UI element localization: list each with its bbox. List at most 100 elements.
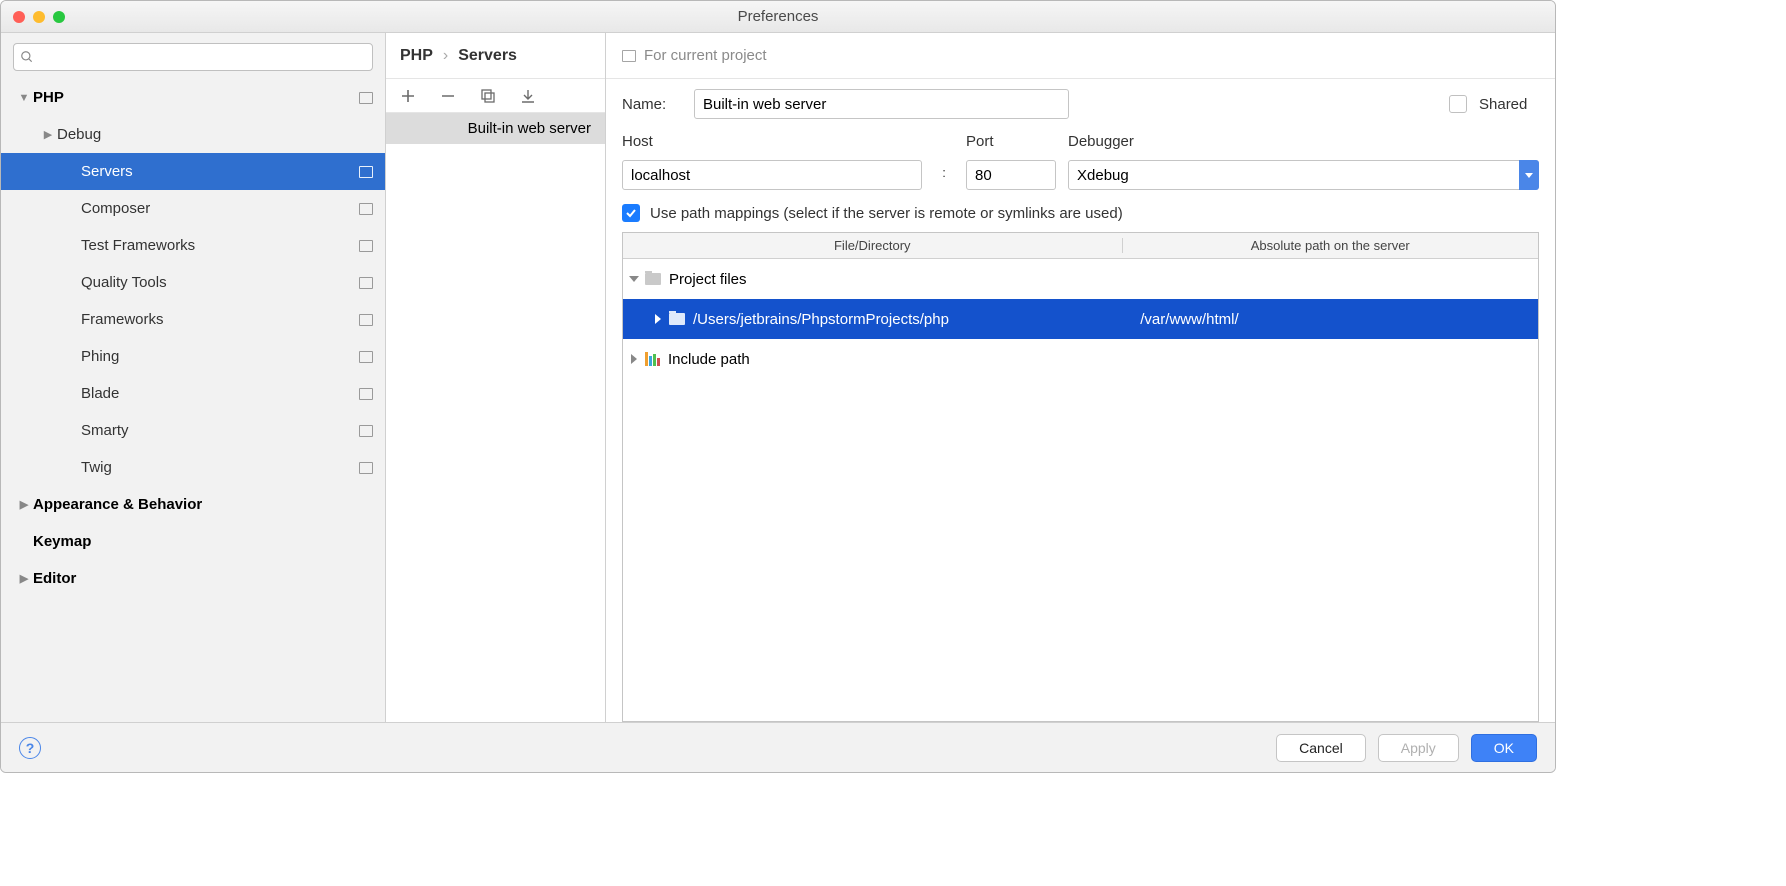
help-button[interactable]: ? bbox=[19, 737, 41, 759]
project-scope-icon bbox=[359, 351, 373, 363]
project-scope-icon bbox=[359, 314, 373, 326]
folder-icon bbox=[645, 273, 661, 285]
ok-button[interactable]: OK bbox=[1471, 734, 1537, 762]
sidebar-item-label: Keymap bbox=[33, 533, 373, 550]
sidebar-item-label: Quality Tools bbox=[81, 274, 359, 291]
apply-button[interactable]: Apply bbox=[1378, 734, 1459, 762]
settings-tree[interactable]: ▼PHP▶DebugServersComposerTest Frameworks… bbox=[1, 79, 385, 722]
project-scope-icon bbox=[359, 203, 373, 215]
name-label: Name: bbox=[622, 96, 682, 113]
col-absolute-path: Absolute path on the server bbox=[1123, 238, 1538, 253]
sidebar-item-twig[interactable]: Twig bbox=[1, 449, 385, 486]
folder-icon bbox=[669, 313, 685, 325]
chevron-right-icon: ▶ bbox=[39, 128, 57, 141]
breadcrumb-leaf: Servers bbox=[458, 47, 517, 65]
shared-label: Shared bbox=[1479, 96, 1539, 113]
chevron-right-icon[interactable] bbox=[631, 354, 637, 364]
project-scope-icon bbox=[359, 240, 373, 252]
sidebar-item-phing[interactable]: Phing bbox=[1, 338, 385, 375]
project-scope-icon bbox=[359, 277, 373, 289]
sidebar-item-label: Appearance & Behavior bbox=[33, 496, 373, 513]
preferences-window: Preferences ▼PHP▶DebugServersComposerTes… bbox=[0, 0, 1556, 773]
cancel-button[interactable]: Cancel bbox=[1276, 734, 1366, 762]
breadcrumb-root: PHP bbox=[400, 47, 433, 65]
search-input[interactable] bbox=[13, 43, 373, 71]
sidebar-item-label: Debug bbox=[57, 126, 373, 143]
sidebar-item-label: Test Frameworks bbox=[81, 237, 359, 254]
sidebar-item-debug[interactable]: ▶Debug bbox=[1, 116, 385, 153]
path-local: /Users/jetbrains/PhpstormProjects/php bbox=[693, 311, 949, 328]
debugger-select[interactable] bbox=[1068, 160, 1539, 190]
chevron-right-icon[interactable] bbox=[629, 276, 639, 282]
minimize-icon[interactable] bbox=[33, 11, 45, 23]
scope-label: For current project bbox=[644, 47, 767, 64]
sidebar-item-label: Editor bbox=[33, 570, 373, 587]
project-scope-icon bbox=[359, 388, 373, 400]
sidebar-item-servers[interactable]: Servers bbox=[1, 153, 385, 190]
sidebar-item-editor[interactable]: ▶Editor bbox=[1, 560, 385, 597]
chevron-right-icon: ▶ bbox=[15, 572, 33, 585]
project-scope-icon bbox=[359, 462, 373, 474]
path-mappings-table: File/Directory Absolute path on the serv… bbox=[622, 232, 1539, 722]
path-local: Include path bbox=[668, 351, 750, 368]
close-icon[interactable] bbox=[13, 11, 25, 23]
chevron-right-icon: ▶ bbox=[15, 498, 33, 511]
import-button[interactable] bbox=[518, 86, 538, 106]
table-row[interactable]: Include path bbox=[623, 339, 1538, 379]
name-input[interactable] bbox=[694, 89, 1069, 119]
sidebar-item-smarty[interactable]: Smarty bbox=[1, 412, 385, 449]
path-mappings-label: Use path mappings (select if the server … bbox=[650, 205, 1123, 222]
sidebar-item-keymap[interactable]: Keymap bbox=[1, 523, 385, 560]
titlebar: Preferences bbox=[1, 1, 1555, 33]
sidebar-item-label: Composer bbox=[81, 200, 359, 217]
maximize-icon[interactable] bbox=[53, 11, 65, 23]
project-scope-icon bbox=[359, 92, 373, 104]
host-port-separator: : bbox=[934, 143, 954, 180]
chevron-right-icon: › bbox=[443, 47, 448, 65]
server-details: For current project Name: Shared Host : bbox=[606, 33, 1555, 722]
remove-button[interactable] bbox=[438, 86, 458, 106]
sidebar-item-label: Smarty bbox=[81, 422, 359, 439]
servers-list[interactable]: Built-in web server bbox=[386, 113, 605, 722]
table-row[interactable]: Project files bbox=[623, 259, 1538, 299]
debugger-label: Debugger bbox=[1068, 133, 1539, 150]
sidebar-item-test-frameworks[interactable]: Test Frameworks bbox=[1, 227, 385, 264]
host-input[interactable] bbox=[622, 160, 922, 190]
sidebar-item-blade[interactable]: Blade bbox=[1, 375, 385, 412]
host-label: Host bbox=[622, 133, 922, 150]
chevron-down-icon[interactable] bbox=[1519, 160, 1539, 190]
sidebar-item-composer[interactable]: Composer bbox=[1, 190, 385, 227]
shared-checkbox[interactable] bbox=[1449, 95, 1467, 113]
port-label: Port bbox=[966, 133, 1056, 150]
body: ▼PHP▶DebugServersComposerTest Frameworks… bbox=[1, 33, 1555, 722]
sidebar-item-label: Frameworks bbox=[81, 311, 359, 328]
path-remote[interactable]: /var/www/html/ bbox=[1132, 311, 1538, 328]
project-scope-icon bbox=[622, 50, 636, 62]
path-mappings-checkbox[interactable] bbox=[622, 204, 640, 222]
server-item[interactable]: Built-in web server bbox=[386, 113, 605, 144]
servers-toolbar bbox=[386, 79, 605, 113]
sidebar-item-appearance-behavior[interactable]: ▶Appearance & Behavior bbox=[1, 486, 385, 523]
path-local: Project files bbox=[669, 271, 747, 288]
table-row[interactable]: /Users/jetbrains/PhpstormProjects/php/va… bbox=[623, 299, 1538, 339]
chevron-right-icon[interactable] bbox=[655, 314, 661, 324]
port-input[interactable] bbox=[966, 160, 1056, 190]
window-controls bbox=[13, 11, 65, 23]
copy-button[interactable] bbox=[478, 86, 498, 106]
sidebar-item-php[interactable]: ▼PHP bbox=[1, 79, 385, 116]
sidebar-item-frameworks[interactable]: Frameworks bbox=[1, 301, 385, 338]
sidebar-item-quality-tools[interactable]: Quality Tools bbox=[1, 264, 385, 301]
dialog-footer: ? Cancel Apply OK bbox=[1, 722, 1555, 772]
library-icon bbox=[645, 352, 660, 366]
col-file-directory: File/Directory bbox=[623, 238, 1123, 253]
sidebar-item-label: Phing bbox=[81, 348, 359, 365]
sidebar-item-label: Servers bbox=[81, 163, 359, 180]
settings-sidebar: ▼PHP▶DebugServersComposerTest Frameworks… bbox=[1, 33, 386, 722]
add-button[interactable] bbox=[398, 86, 418, 106]
sidebar-item-label: Twig bbox=[81, 459, 359, 476]
project-scope-icon bbox=[359, 166, 373, 178]
window-title: Preferences bbox=[1, 8, 1555, 25]
mappings-body[interactable]: Project files/Users/jetbrains/PhpstormPr… bbox=[623, 259, 1538, 721]
project-scope-icon bbox=[359, 425, 373, 437]
sidebar-item-label: PHP bbox=[33, 89, 359, 106]
